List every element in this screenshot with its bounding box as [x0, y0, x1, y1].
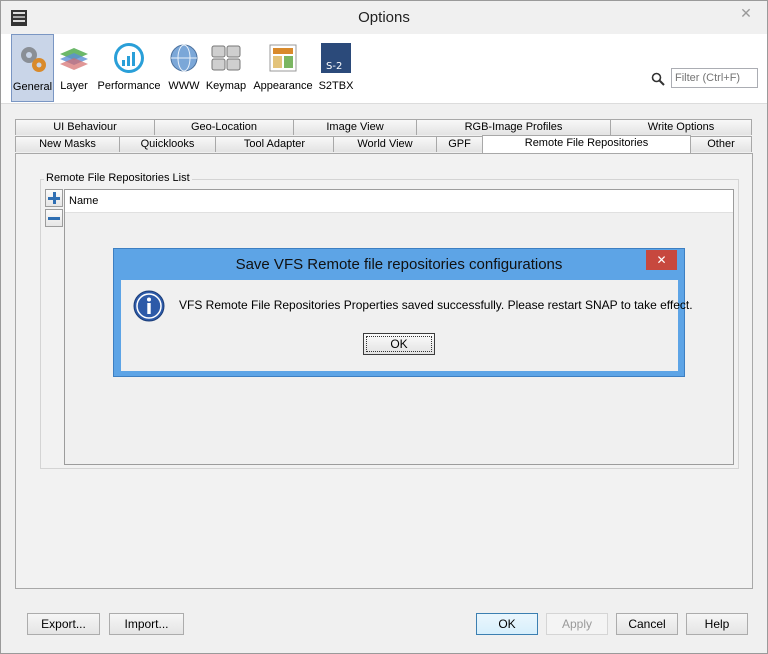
tab-other[interactable]: Other	[690, 136, 752, 152]
category-label: Layer	[60, 80, 88, 92]
category-label: S2TBX	[318, 80, 354, 92]
tab-world-view[interactable]: World View	[333, 136, 437, 152]
appearance-icon	[269, 44, 297, 72]
info-icon	[133, 290, 165, 322]
category-label: Appearance	[253, 80, 313, 92]
tab-write-options[interactable]: Write Options	[610, 119, 752, 135]
tab-remote-file-repositories[interactable]: Remote File Repositories	[482, 135, 691, 154]
category-appearance[interactable]: Appearance	[252, 34, 314, 102]
ok-button[interactable]: OK	[476, 613, 538, 635]
keyboard-icon	[211, 45, 241, 71]
title-bar: Options ✕	[1, 1, 767, 34]
dialog-body: VFS Remote File Repositories Properties …	[121, 280, 693, 371]
add-repository-button[interactable]	[45, 189, 63, 207]
tab-geo-location[interactable]: Geo-Location	[154, 119, 294, 135]
svg-text:S-2: S-2	[326, 61, 342, 72]
category-www[interactable]: WWW	[167, 34, 201, 102]
search-input[interactable]	[671, 68, 758, 88]
cancel-button[interactable]: Cancel	[616, 613, 678, 635]
s2-snap-icon: S-2	[321, 43, 351, 73]
window-close-button[interactable]: ✕	[731, 3, 761, 25]
category-layer[interactable]: Layer	[57, 34, 91, 102]
dialog-message: VFS Remote File Repositories Properties …	[179, 298, 693, 312]
export-button[interactable]: Export...	[27, 613, 100, 635]
category-label: Performance	[97, 80, 161, 92]
options-window: Options ✕ General Layer Performance WWW …	[0, 0, 768, 654]
dialog-close-button[interactable]: ✕	[646, 250, 677, 270]
tab-tool-adapter[interactable]: Tool Adapter	[215, 136, 334, 152]
category-toolbar: General Layer Performance WWW Keymap App…	[1, 34, 767, 104]
layer-stack-icon	[60, 48, 88, 70]
gears-icon	[20, 47, 46, 72]
help-button[interactable]: Help	[686, 613, 748, 635]
category-s2tbx[interactable]: S-2 S2TBX	[317, 34, 355, 102]
category-general[interactable]: General	[11, 34, 54, 102]
tab-rgb-image-profiles[interactable]: RGB-Image Profiles	[416, 119, 611, 135]
dialog-title: Save VFS Remote file repositories config…	[235, 256, 563, 273]
dialog-ok-button[interactable]: OK	[363, 333, 435, 355]
tab-new-masks[interactable]: New Masks	[15, 136, 120, 152]
minus-icon	[48, 217, 60, 220]
tab-quicklooks[interactable]: Quicklooks	[119, 136, 216, 152]
apply-button[interactable]: Apply	[546, 613, 608, 635]
remove-repository-button[interactable]	[45, 209, 63, 227]
category-label: General	[12, 81, 53, 93]
category-label: Keymap	[205, 80, 247, 92]
category-keymap[interactable]: Keymap	[205, 34, 247, 102]
group-title: Remote File Repositories List	[44, 172, 192, 184]
column-header-name[interactable]: Name	[65, 190, 733, 213]
performance-chart-icon	[114, 43, 144, 73]
tab-image-view[interactable]: Image View	[293, 119, 417, 135]
window-title: Options	[358, 9, 410, 26]
search-icon	[651, 72, 665, 86]
category-label: WWW	[168, 80, 200, 92]
tab-ui-behaviour[interactable]: UI Behaviour	[15, 119, 155, 135]
import-button[interactable]: Import...	[109, 613, 184, 635]
globe-icon	[170, 44, 198, 72]
plus-icon	[48, 192, 60, 204]
category-performance[interactable]: Performance	[96, 34, 162, 102]
tab-gpf[interactable]: GPF	[436, 136, 483, 152]
save-confirmation-dialog: Save VFS Remote file repositories config…	[113, 248, 693, 377]
